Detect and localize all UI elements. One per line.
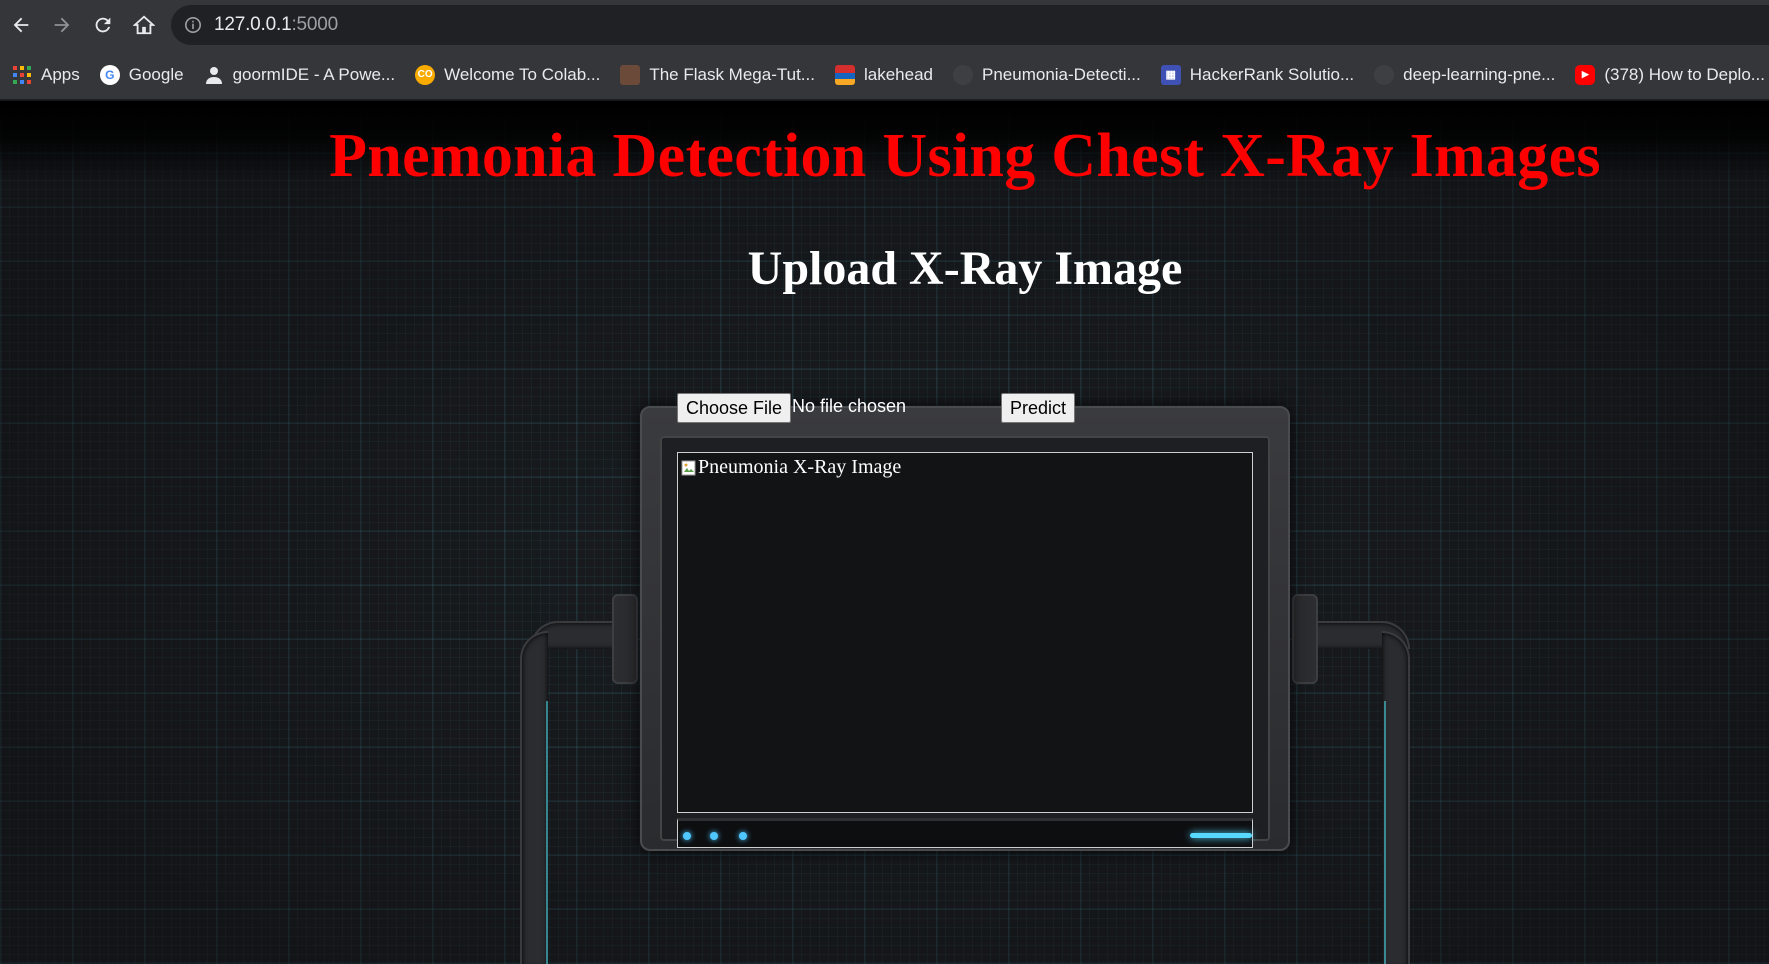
bookmark-label: Welcome To Colab... xyxy=(444,64,601,84)
reload-button[interactable] xyxy=(83,5,123,45)
browser-toolbar: 127.0.0.1:5000 xyxy=(0,0,1769,50)
monitor-hinge-left xyxy=(612,594,638,684)
page-subtitle: Upload X-Ray Image xyxy=(747,242,1183,295)
predict-button[interactable]: Predict xyxy=(1001,393,1076,423)
home-icon xyxy=(133,15,155,35)
monitor-stand-leg-left xyxy=(520,631,548,964)
bookmark-youtube[interactable]: ▶ (378) How to Deplo... xyxy=(1565,58,1769,92)
stand-glow-left xyxy=(546,701,548,964)
forward-button[interactable] xyxy=(42,5,82,45)
bookmark-apps[interactable]: Apps xyxy=(0,58,90,92)
xray-image-alt-text: Pneumonia X-Ray Image xyxy=(698,456,902,478)
back-button[interactable] xyxy=(1,5,41,45)
bookmark-flask-tutorial[interactable]: The Flask Mega-Tut... xyxy=(610,58,825,92)
bookmark-label: lakehead xyxy=(863,64,933,84)
status-dot xyxy=(683,832,691,840)
status-bar-indicator xyxy=(1190,833,1252,838)
home-button[interactable] xyxy=(124,5,164,45)
bookmark-label: Google xyxy=(128,64,184,84)
apps-grid-icon xyxy=(12,65,32,85)
stand-glow-right xyxy=(1384,701,1386,964)
bookmark-goormide[interactable]: goormIDE - A Powe... xyxy=(194,58,406,92)
youtube-icon: ▶ xyxy=(1575,64,1596,85)
bookmark-label: Pneumonia-Detecti... xyxy=(982,64,1141,84)
google-icon: G xyxy=(99,64,120,85)
hackerrank-icon: ▦ xyxy=(1160,64,1181,85)
bookmark-deep-learning[interactable]: deep-learning-pne... xyxy=(1364,58,1565,92)
github-icon xyxy=(953,64,973,85)
bookmarks-bar: Apps G Google goormIDE - A Powe... CO We… xyxy=(0,50,1769,100)
address-bar[interactable]: 127.0.0.1:5000 xyxy=(171,5,1769,45)
broken-image-icon xyxy=(681,460,696,475)
monitor-hinge-right xyxy=(1292,594,1318,684)
monitor-stand-leg-right xyxy=(1382,631,1410,964)
colab-icon: CO xyxy=(415,64,436,85)
page-content: Pnemonia Detection Using Chest X-Ray Ima… xyxy=(0,101,1769,964)
bookmark-google[interactable]: G Google xyxy=(90,58,194,92)
url-port: :5000 xyxy=(291,14,338,35)
bookmark-hackerrank[interactable]: ▦ HackerRank Solutio... xyxy=(1151,58,1364,92)
image-display: Pneumonia X-Ray Image xyxy=(677,452,1253,813)
github-icon xyxy=(1374,64,1395,85)
back-arrow-icon xyxy=(13,17,29,33)
status-dot xyxy=(739,832,747,840)
lakehead-icon xyxy=(834,64,855,85)
bookmark-label: deep-learning-pne... xyxy=(1403,64,1556,84)
bookmark-label: HackerRank Solutio... xyxy=(1189,64,1355,84)
bookmark-label: The Flask Mega-Tut... xyxy=(649,64,815,84)
monitor-status-strip xyxy=(677,818,1253,848)
page-title: Pnemonia Detection Using Chest X-Ray Ima… xyxy=(329,122,1601,190)
bookmark-lakehead[interactable]: lakehead xyxy=(825,58,943,92)
flask-tutorial-icon xyxy=(620,64,641,85)
info-icon xyxy=(184,16,202,34)
bookmark-label: Apps xyxy=(41,64,80,84)
url-text: 127.0.0.1:5000 xyxy=(214,14,338,36)
file-status-text: No file chosen xyxy=(792,396,907,416)
choose-file-button[interactable]: Choose File xyxy=(677,393,792,423)
bookmark-colab[interactable]: CO Welcome To Colab... xyxy=(405,58,610,92)
url-host: 127.0.0.1 xyxy=(214,14,292,35)
xray-image: Pneumonia X-Ray Image xyxy=(681,456,901,479)
status-dot xyxy=(710,832,718,840)
forward-arrow-icon xyxy=(54,17,70,33)
bookmark-pneumonia-detection[interactable]: Pneumonia-Detecti... xyxy=(943,58,1151,92)
bookmark-label: goormIDE - A Powe... xyxy=(232,64,396,84)
bookmark-label: (378) How to Deplo... xyxy=(1604,64,1765,84)
reload-icon xyxy=(95,17,111,33)
person-icon xyxy=(204,65,224,85)
